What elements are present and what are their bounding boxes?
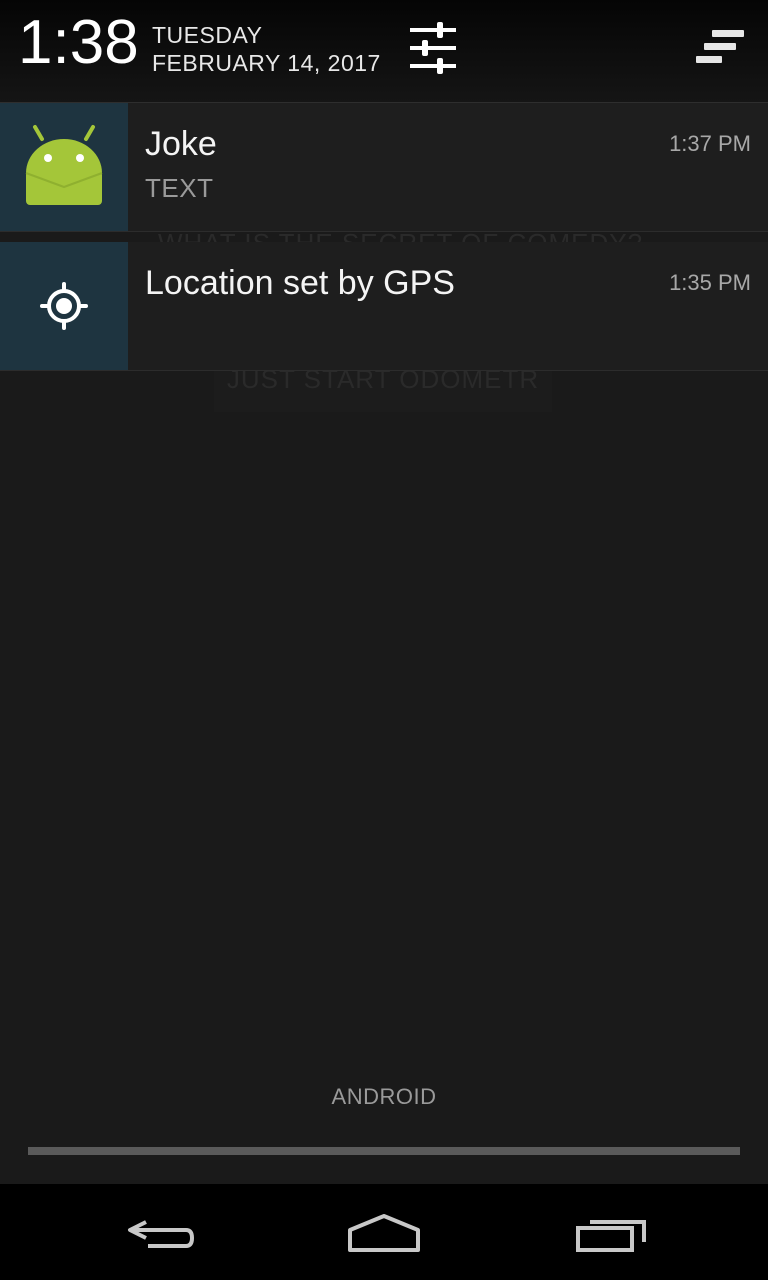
carrier-label: ANDROID — [331, 1084, 437, 1109]
clear-all-icon — [696, 30, 744, 63]
notification-title: Joke — [145, 125, 217, 163]
notification-shade: WHAT IS THE SECRET OF COMEDY? JUST START… — [0, 0, 768, 1184]
clock: 1:38 — [18, 8, 139, 77]
notification-icon-container — [0, 103, 128, 231]
date-full: FEBRUARY 14, 2017 — [152, 50, 381, 76]
shade-header: 1:38 TUESDAY FEBRUARY 14, 2017 — [0, 0, 768, 103]
notification-time: 1:35 PM — [669, 270, 751, 295]
gps-location-icon — [40, 282, 88, 330]
notification-title: Location set by GPS — [145, 264, 455, 302]
recents-icon — [576, 1220, 646, 1252]
android-robot-icon — [25, 125, 103, 205]
home-button[interactable] — [334, 1202, 434, 1262]
settings-sliders-icon — [410, 22, 456, 74]
date-day: TUESDAY — [152, 22, 263, 48]
back-button[interactable] — [110, 1202, 210, 1262]
notification-joke[interactable]: Joke TEXT 1:37 PM — [0, 103, 768, 232]
clear-all-button[interactable] — [690, 26, 750, 70]
recents-button[interactable] — [560, 1202, 660, 1262]
notification-location[interactable]: Location set by GPS 1:35 PM — [0, 242, 768, 371]
navigation-bar — [0, 1184, 768, 1280]
shade-drag-handle[interactable] — [28, 1147, 740, 1155]
notification-text: TEXT — [145, 173, 214, 203]
notification-time: 1:37 PM — [669, 131, 751, 156]
back-icon — [128, 1220, 195, 1248]
quick-settings-button[interactable] — [404, 20, 464, 78]
notification-icon-container — [0, 242, 128, 370]
home-icon — [348, 1214, 420, 1252]
